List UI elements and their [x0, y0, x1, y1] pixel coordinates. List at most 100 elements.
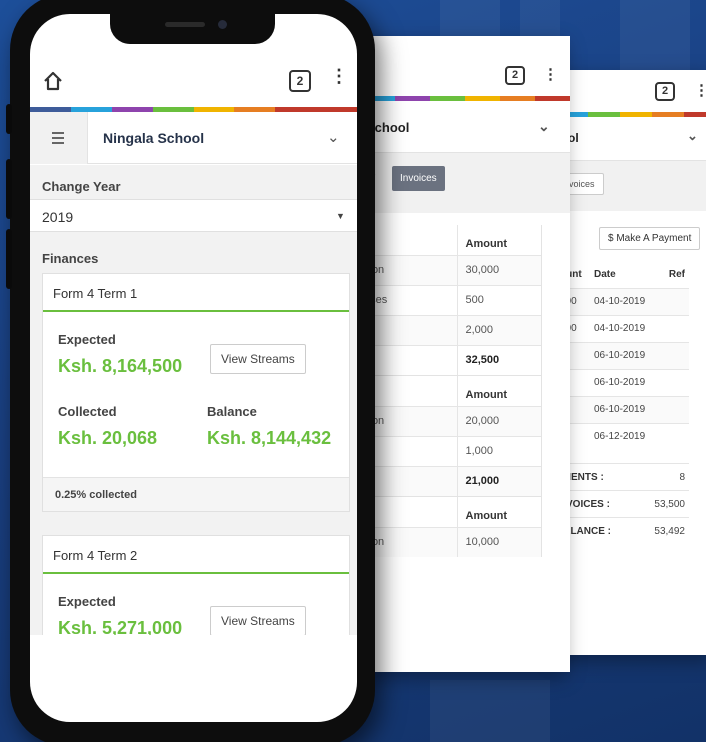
table-row: 06-10-2019: [556, 395, 689, 423]
phone-screen: 2 ⋮ Ningala School ⌄ Change Year 2019 ▼ …: [30, 14, 357, 722]
date-cell: 06-10-2019: [590, 368, 659, 396]
dropdown-arrow-icon: ▼: [336, 211, 345, 221]
chevron-down-icon[interactable]: ⌄: [327, 128, 340, 146]
table-row: 32,500: [360, 344, 541, 375]
payment-action-row: $ Make A Payment: [556, 211, 706, 263]
bg-stripe: [620, 0, 690, 70]
ref-cell: [658, 422, 689, 450]
table-row: 1,000: [360, 435, 541, 466]
year-value: 2019: [42, 209, 74, 225]
table-row: nses 500: [360, 284, 541, 315]
amount-cell: 500: [456, 284, 541, 315]
school-header: Ningala School ⌄: [30, 112, 357, 164]
table-row: ition10,000: [360, 526, 541, 557]
phone-side-button: [6, 159, 12, 219]
date-cell: 04-10-2019: [590, 287, 659, 315]
summary-row: BALANCE :53,492: [556, 517, 689, 544]
view-streams-button[interactable]: View Streams: [210, 606, 306, 635]
ref-cell: [658, 314, 689, 342]
tab-count-button[interactable]: 2: [505, 66, 525, 85]
tab-count-button[interactable]: 2: [655, 82, 675, 101]
expected-label: Expected: [58, 594, 116, 609]
payments-summary: YMENTS :8 INVOICES :53,500 BALANCE :53,4…: [556, 463, 689, 544]
summary-row: INVOICES :53,500: [556, 490, 689, 517]
total-cell: 32,500: [456, 344, 541, 375]
amount-cell: 1,000: [456, 435, 541, 466]
school-header[interactable]: School ⌄: [360, 101, 570, 153]
table-row: 06-10-2019: [556, 368, 689, 396]
column-header: Amount: [456, 225, 541, 255]
back-screen-payments: 2 ⋮ ol ⌄ voices $ Make A Payment ount Da…: [556, 70, 706, 655]
expected-amount: Ksh. 5,271,000: [58, 618, 183, 635]
table-row: 2,000: [360, 314, 541, 345]
phone-side-button: [6, 104, 12, 134]
summary-row: YMENTS :8: [556, 463, 689, 490]
table-row: 06-10-2019: [556, 341, 689, 369]
column-header: Date: [594, 268, 616, 280]
expected-amount: Ksh. 8,164,500: [58, 356, 183, 376]
amount-cell: 30,000: [456, 254, 541, 285]
overflow-menu-icon[interactable]: ⋮: [330, 66, 348, 87]
phone-notch: [110, 14, 275, 44]
ref-cell: [658, 287, 689, 315]
date-cell: 04-10-2019: [590, 314, 659, 342]
summary-value: 53,500: [654, 498, 685, 510]
change-year-label: Change Year: [42, 179, 121, 194]
overflow-menu-icon[interactable]: ⋮: [543, 65, 558, 83]
table-row: ition20,000: [360, 405, 541, 436]
table-row: 00004-10-2019: [556, 314, 689, 342]
ref-cell: [658, 341, 689, 369]
year-select[interactable]: 2019 ▼: [30, 199, 357, 232]
column-header: Amount: [456, 497, 541, 527]
chevron-down-icon[interactable]: ⌄: [538, 118, 550, 135]
hamburger-menu-icon[interactable]: [30, 112, 88, 164]
amount-cell: 2,000: [456, 314, 541, 345]
table-row: 06-12-2019: [556, 422, 689, 450]
balance-label: Balance: [207, 404, 257, 419]
term-title: Form 4 Term 2: [43, 536, 349, 574]
total-cell: 21,000: [456, 465, 541, 496]
tab-count-button[interactable]: 2: [289, 70, 311, 92]
tab-strip: voices: [556, 161, 706, 211]
column-header: Amount: [456, 376, 541, 406]
chevron-down-icon[interactable]: ⌄: [687, 128, 698, 144]
bg-stripe: [430, 680, 550, 742]
collected-amount: Ksh. 20,068: [58, 428, 158, 448]
term-card: Form 4 Term 1 Expected Ksh. 8,164,500 Vi…: [42, 273, 350, 512]
make-payment-button[interactable]: $ Make A Payment: [599, 227, 701, 250]
view-streams-button[interactable]: View Streams: [210, 344, 306, 374]
tab-strip: e Invoices: [360, 153, 570, 213]
school-header[interactable]: ol ⌄: [556, 117, 706, 161]
table-row: 21,000: [360, 465, 541, 496]
invoice-block: Amount ition30,000 nses500 2,000 32,500: [360, 225, 541, 376]
collected-label: Collected: [58, 404, 117, 419]
school-name: Ningala School: [103, 130, 205, 146]
ref-cell: [658, 368, 689, 396]
date-cell: 06-10-2019: [590, 341, 659, 369]
phone-frame: 2 ⋮ Ningala School ⌄ Change Year 2019 ▼ …: [6, 0, 375, 742]
middle-screen-invoices: 2 ⋮ School ⌄ e Invoices Amount ition30,0…: [360, 36, 570, 672]
home-icon[interactable]: [42, 70, 64, 92]
table-row: 50004-10-2019: [556, 287, 689, 315]
term-card: Form 4 Term 2 Expected Ksh. 5,271,000 Vi…: [42, 535, 350, 635]
column-header: Ref: [668, 268, 685, 280]
balance-amount: Ksh. 8,144,432: [207, 428, 332, 448]
summary-value: 53,492: [654, 525, 685, 537]
invoice-block: Amount ition20,000 1,000 21,000: [360, 376, 541, 497]
date-cell: 06-12-2019: [590, 422, 659, 450]
expected-label: Expected: [58, 332, 116, 347]
payments-table: ount Date Ref 50004-10-2019 00004-10-201…: [556, 261, 689, 450]
phone-side-button: [6, 229, 12, 289]
ref-cell: [658, 395, 689, 423]
invoice-block: Amount ition10,000: [360, 497, 541, 557]
term-title: Form 4 Term 1: [43, 274, 349, 312]
overflow-menu-icon[interactable]: ⋮: [694, 81, 706, 99]
collected-percentage: 0.25% collected: [43, 477, 349, 511]
finances-content: Change Year 2019 ▼ Finances Form 4 Term …: [30, 165, 357, 635]
date-cell: 06-10-2019: [590, 395, 659, 423]
invoices-list: Amount ition30,000 nses500 2,000 32,500 …: [360, 225, 542, 557]
tab-invoices[interactable]: Invoices: [392, 166, 445, 191]
amount-cell: 10,000: [456, 526, 541, 557]
table-row: ition30,000: [360, 254, 541, 285]
amount-cell: 20,000: [456, 405, 541, 436]
